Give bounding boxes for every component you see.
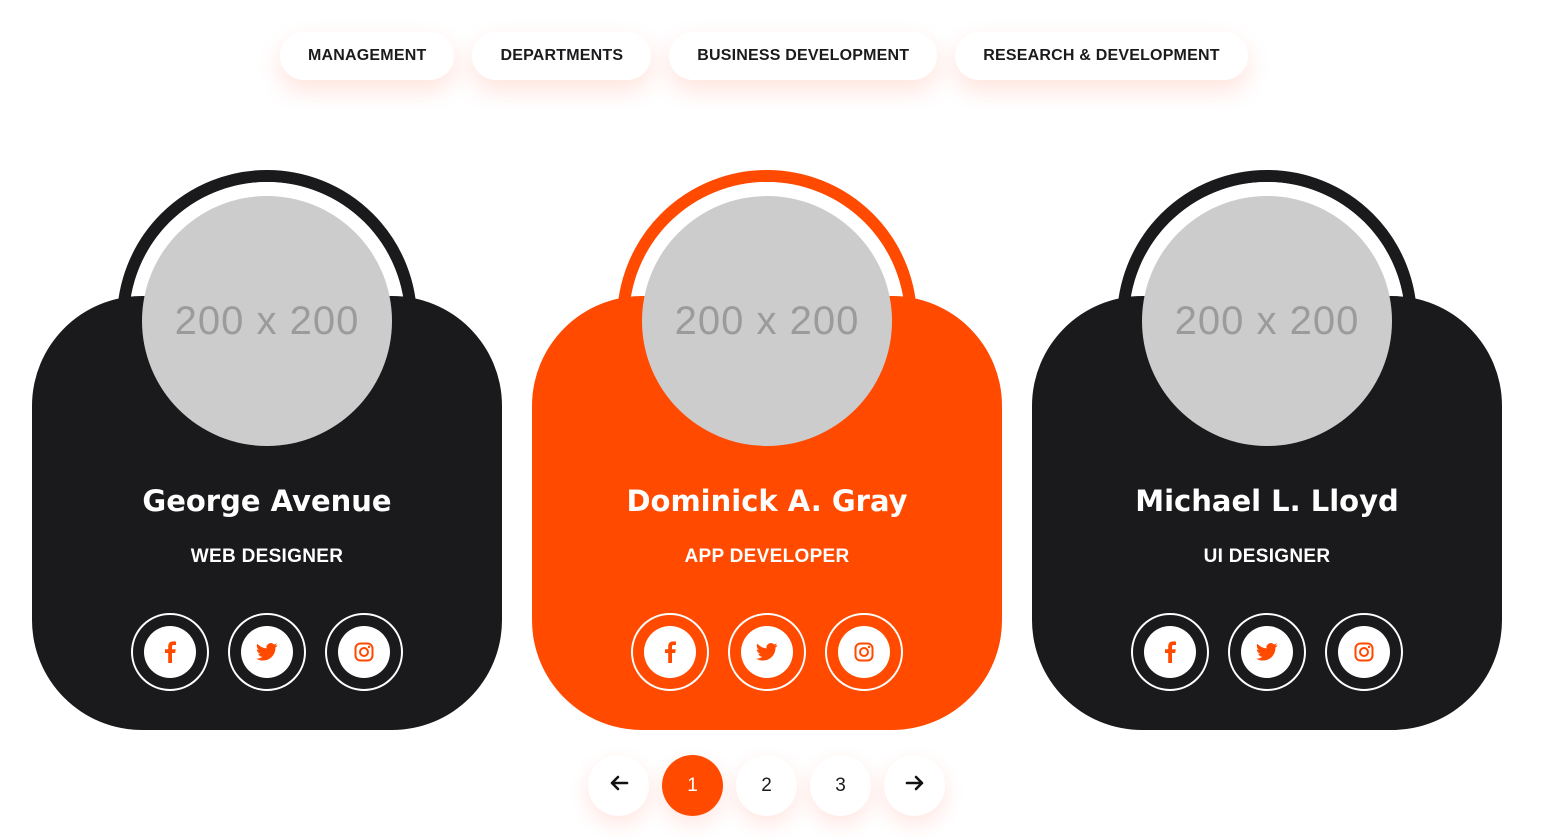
instagram-button[interactable] — [325, 613, 403, 691]
social-links — [532, 613, 1002, 691]
instagram-icon — [854, 642, 874, 662]
member-role: APP DEVELOPER — [684, 546, 850, 567]
member-name: Dominick A. Gray — [626, 484, 908, 518]
team-section: MANAGEMENT DEPARTMENTS BUSINESS DEVELOPM… — [0, 0, 1541, 840]
twitter-icon — [256, 643, 278, 661]
twitter-button[interactable] — [228, 613, 306, 691]
instagram-icon — [354, 642, 374, 662]
instagram-icon — [1354, 642, 1374, 662]
pagination: 1 2 3 — [588, 755, 945, 816]
team-card-george-avenue: 200 x 200 George Avenue WEB DESIGNER — [32, 170, 502, 730]
facebook-button[interactable] — [131, 613, 209, 691]
arrow-left-icon — [609, 775, 629, 797]
tab-research-development[interactable]: RESEARCH & DEVELOPMENT — [955, 32, 1248, 80]
page-1-button[interactable]: 1 — [662, 755, 723, 816]
page-3-button[interactable]: 3 — [810, 755, 871, 816]
avatar: 200 x 200 — [1142, 196, 1392, 446]
facebook-button[interactable] — [631, 613, 709, 691]
team-card-dominick-a-gray: 200 x 200 Dominick A. Gray APP DEVELOPER — [532, 170, 1002, 730]
facebook-icon — [163, 641, 177, 663]
next-page-button[interactable] — [884, 755, 945, 816]
tab-departments[interactable]: DEPARTMENTS — [472, 32, 652, 80]
social-links — [1032, 613, 1502, 691]
member-role: WEB DESIGNER — [190, 546, 344, 567]
tab-management[interactable]: MANAGEMENT — [280, 32, 455, 80]
twitter-button[interactable] — [1228, 613, 1306, 691]
facebook-icon — [1163, 641, 1177, 663]
prev-page-button[interactable] — [588, 755, 649, 816]
team-card-michael-l-lloyd: 200 x 200 Michael L. Lloyd UI DESIGNER — [1032, 170, 1502, 730]
avatar: 200 x 200 — [142, 196, 392, 446]
social-links — [32, 613, 502, 691]
department-tabs: MANAGEMENT DEPARTMENTS BUSINESS DEVELOPM… — [280, 32, 1248, 80]
avatar: 200 x 200 — [642, 196, 892, 446]
twitter-button[interactable] — [728, 613, 806, 691]
twitter-icon — [756, 643, 778, 661]
facebook-button[interactable] — [1131, 613, 1209, 691]
instagram-button[interactable] — [1325, 613, 1403, 691]
member-name: George Avenue — [142, 484, 392, 518]
member-role: UI DESIGNER — [1203, 546, 1331, 567]
twitter-icon — [1256, 643, 1278, 661]
arrow-right-icon — [905, 775, 925, 797]
instagram-button[interactable] — [825, 613, 903, 691]
member-name: Michael L. Lloyd — [1135, 484, 1399, 518]
facebook-icon — [663, 641, 677, 663]
tab-business-development[interactable]: BUSINESS DEVELOPMENT — [669, 32, 938, 80]
page-2-button[interactable]: 2 — [736, 755, 797, 816]
